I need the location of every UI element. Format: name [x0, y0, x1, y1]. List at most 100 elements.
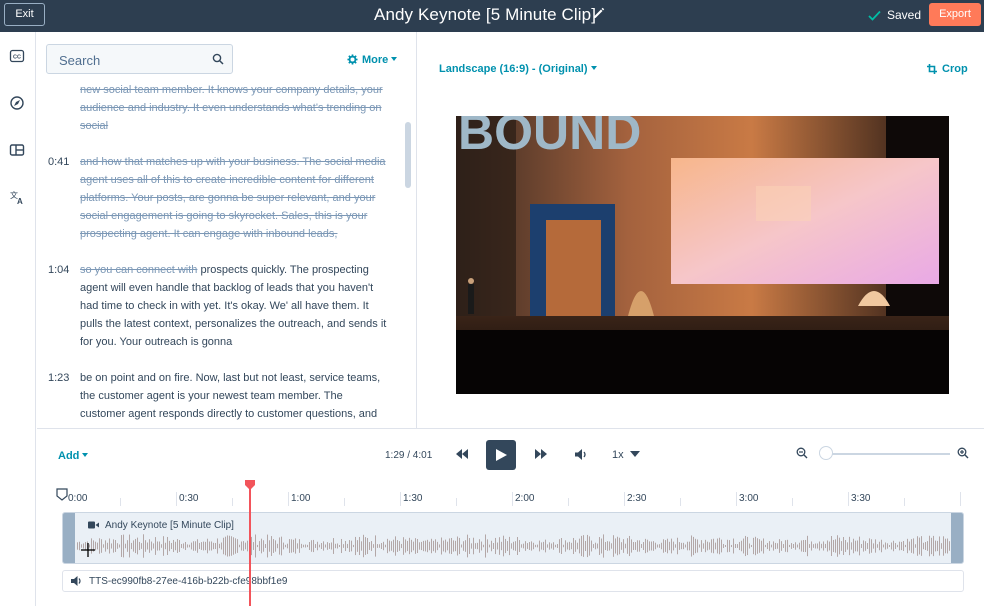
waveform-bar: [717, 538, 718, 554]
waveform-bar: [913, 538, 914, 554]
closed-captions-icon[interactable]: CC: [9, 48, 25, 64]
waveform-bar: [775, 542, 776, 550]
export-button[interactable]: Export: [929, 3, 981, 26]
waveform-bar: [431, 538, 432, 554]
waveform-bar: [269, 540, 270, 552]
play-button[interactable]: [486, 440, 516, 470]
zoom-out-icon[interactable]: [796, 447, 808, 459]
layout-icon[interactable]: [9, 142, 25, 158]
rewind-icon[interactable]: [456, 449, 468, 459]
add-dropdown[interactable]: Add: [58, 450, 89, 462]
waveform-bar: [785, 540, 786, 552]
waveform-bar: [787, 539, 788, 553]
ruler-tick: [176, 492, 177, 506]
clip-trim-handle-right[interactable]: [951, 513, 963, 563]
waveform-bar: [195, 541, 196, 551]
transcript-segment[interactable]: new social team member. It knows your co…: [37, 81, 407, 135]
waveform-bar: [211, 541, 212, 551]
video-clip[interactable]: Andy Keynote [5 Minute Clip]: [62, 512, 964, 564]
segment-text: new social team member. It knows your co…: [80, 81, 390, 135]
waveform-bar: [639, 540, 640, 552]
waveform-bar: [573, 537, 574, 555]
waveform-bar: [477, 542, 478, 550]
search-input[interactable]: Search: [46, 44, 233, 74]
waveform-bar: [947, 538, 948, 554]
waveform-bar: [337, 543, 338, 549]
audio-track[interactable]: TTS-ec990fb8-27ee-416b-b22b-cfe98bbf1e9: [62, 570, 964, 592]
waveform-bar: [327, 542, 328, 550]
waveform-bar: [557, 544, 558, 548]
saved-status: Saved: [868, 8, 921, 22]
waveform-bar: [285, 544, 286, 548]
kept-text: prospects quickly. The prospecting agent…: [80, 264, 387, 348]
transcript-segment[interactable]: 1:23 be on point and on fire. Now, last …: [37, 369, 407, 428]
zoom-slider[interactable]: [827, 453, 950, 455]
waveform-bar: [127, 540, 128, 552]
waveform-bar: [931, 537, 932, 555]
waveform-bar: [559, 539, 560, 553]
ruler-tick: [344, 498, 345, 506]
zoom-in-icon[interactable]: [957, 447, 969, 459]
waveform-bar: [879, 541, 880, 551]
waveform-bar: [629, 535, 630, 557]
waveform-bar: [583, 535, 584, 557]
speed-dropdown[interactable]: 1x: [612, 449, 640, 461]
waveform-bar: [317, 541, 318, 551]
waveform-bar: [779, 539, 780, 553]
fast-forward-icon[interactable]: [535, 449, 547, 459]
transcript-scrollbar[interactable]: [405, 122, 411, 188]
waveform-bar: [681, 542, 682, 550]
start-marker-icon[interactable]: [56, 488, 68, 501]
waveform-bar: [767, 542, 768, 550]
more-menu[interactable]: More: [347, 54, 398, 66]
translate-icon[interactable]: 文 A: [9, 189, 25, 205]
waveform-bar: [761, 540, 762, 552]
waveform-bar: [461, 544, 462, 548]
waveform-bar: [335, 543, 336, 549]
waveform-bar: [109, 538, 110, 554]
waveform-bar: [271, 536, 272, 556]
pencil-icon[interactable]: [592, 6, 606, 20]
volume-icon[interactable]: [575, 449, 587, 460]
waveform-bar: [267, 534, 268, 558]
waveform-bar: [723, 543, 724, 549]
waveform-bar: [919, 537, 920, 555]
search-icon[interactable]: [212, 53, 224, 65]
waveform-bar: [329, 543, 330, 549]
waveform-bar: [529, 542, 530, 550]
clip-trim-handle-left[interactable]: [63, 513, 75, 563]
playhead[interactable]: [249, 482, 251, 606]
waveform-bar: [199, 542, 200, 550]
transcript-segment[interactable]: 0:41 and how that matches up with your b…: [37, 153, 407, 243]
video-preview[interactable]: BOUND: [456, 116, 949, 394]
more-label: More: [362, 54, 389, 66]
compass-icon[interactable]: [9, 95, 25, 111]
waveform-bar: [671, 538, 672, 554]
waveform-bar: [357, 540, 358, 552]
time-ruler[interactable]: 0:00 0:30 1:00 1:30 2:00 2:30 3:00 3:30: [37, 484, 984, 506]
waveform-bar: [603, 534, 604, 558]
waveform-bar: [899, 541, 900, 551]
ruler-tick: [568, 498, 569, 506]
crop-button[interactable]: Crop: [927, 63, 968, 75]
timeline[interactable]: 0:00 0:30 1:00 1:30 2:00 2:30 3:00 3:30 …: [37, 480, 984, 606]
waveform-bar: [675, 544, 676, 548]
waveform-bar: [803, 540, 804, 552]
waveform-bar: [389, 540, 390, 552]
waveform-bar: [777, 543, 778, 549]
waveform-bar: [945, 538, 946, 554]
waveform-bar: [861, 543, 862, 549]
exit-button[interactable]: Exit: [4, 3, 45, 26]
waveform-bar: [359, 536, 360, 556]
aspect-ratio-dropdown[interactable]: Landscape (16:9) - (Original): [439, 63, 597, 75]
waveform-bar: [889, 544, 890, 548]
transcript-segment[interactable]: 1:04 so you can connect with prospects q…: [37, 261, 407, 351]
waveform-bar: [315, 544, 316, 548]
zoom-slider-handle[interactable]: [819, 446, 833, 460]
segment-text: be on point and on fire. Now, last but n…: [80, 369, 390, 423]
waveform-bar: [453, 540, 454, 552]
waveform-bar: [377, 544, 378, 548]
waveform-bar: [855, 540, 856, 552]
waveform-bar: [125, 543, 126, 549]
waveform-bar: [261, 538, 262, 554]
